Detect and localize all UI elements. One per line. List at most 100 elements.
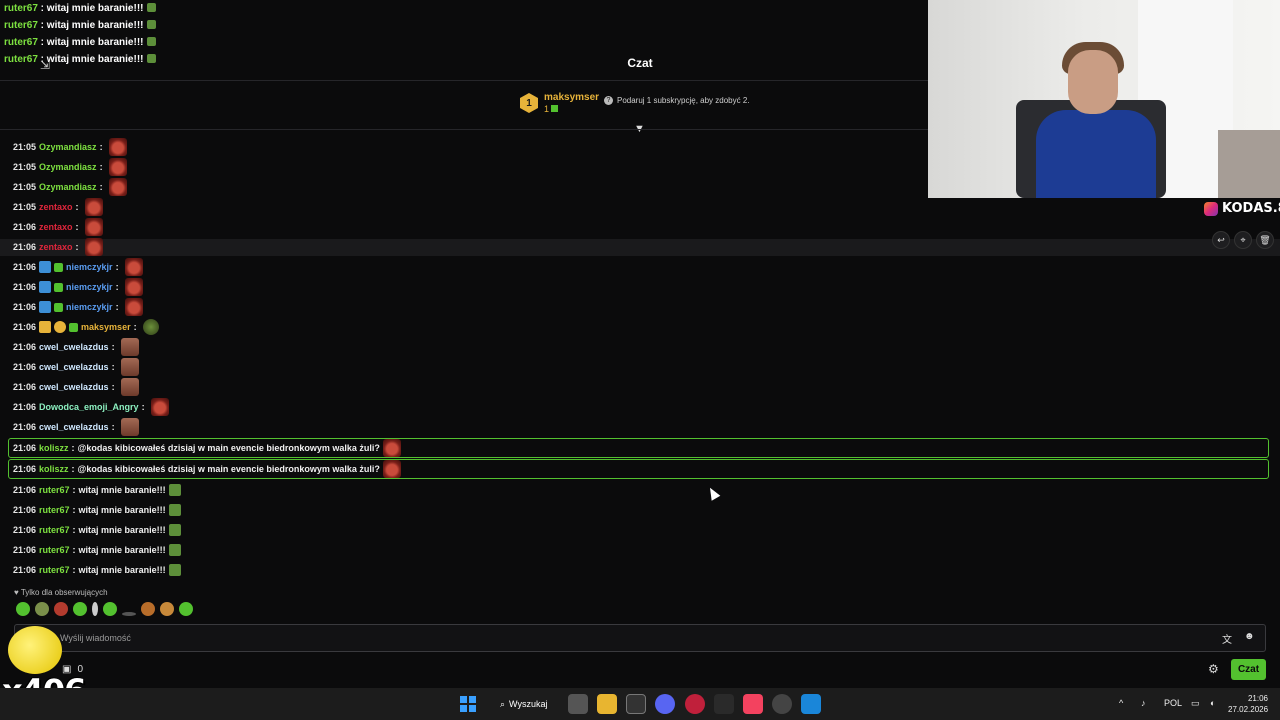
tray-chevron-icon[interactable]: ^: [1119, 698, 1123, 708]
discord-icon[interactable]: [655, 694, 675, 714]
message-username[interactable]: niemczykjr: [66, 262, 113, 272]
emote-button[interactable]: [141, 602, 155, 616]
message-username[interactable]: Dowodca_emoji_Angry: [39, 402, 139, 412]
emote-icon: [124, 258, 143, 276]
message-username[interactable]: koliszz: [39, 443, 69, 453]
message-time: 21:06: [13, 422, 37, 432]
chat-message[interactable]: 21:06 koliszz: @kodas kibicowałeś dzisiaj …: [13, 459, 401, 479]
waving-emoji-overlay: [8, 626, 62, 674]
reply-icon[interactable]: ↩: [1212, 231, 1230, 249]
chat-message[interactable]: 21:06 niemczykjr:: [13, 297, 143, 317]
message-username[interactable]: zentaxo: [39, 202, 73, 212]
message-input[interactable]: [14, 624, 1266, 652]
channel-points[interactable]: ▣ 0: [62, 664, 83, 675]
app-icon[interactable]: [714, 694, 734, 714]
chat-message[interactable]: 21:06 niemczykjr:: [13, 257, 143, 277]
chat-message[interactable]: 21:06 zentaxo:: [13, 237, 103, 257]
network-icon[interactable]: ▭: [1191, 698, 1200, 709]
volume-icon[interactable]: ◐: [1210, 698, 1215, 708]
obs-icon[interactable]: [772, 694, 792, 714]
message-username[interactable]: Ozymandiasz: [39, 162, 97, 172]
chat-message[interactable]: 21:06 ruter67: witaj mnie baranie!!!: [13, 480, 181, 500]
emote-button[interactable]: [35, 602, 49, 616]
chat-message[interactable]: 21:05 Ozymandiasz:: [13, 137, 127, 157]
chat-message[interactable]: 21:06 ruter67: witaj mnie baranie!!!: [13, 540, 181, 560]
chat-message[interactable]: 21:05 zentaxo:: [13, 197, 103, 217]
message-username[interactable]: Ozymandiasz: [39, 142, 97, 152]
file-explorer-icon[interactable]: [597, 694, 617, 714]
terminal-icon[interactable]: [626, 694, 646, 714]
chat-message[interactable]: 21:06 cwel_cwelazdus:: [13, 337, 139, 357]
overlay-line: ruter67 : witaj mnie baranie!!!: [4, 34, 157, 51]
message-username[interactable]: Ozymandiasz: [39, 182, 97, 192]
chat-message[interactable]: 21:06 ruter67: witaj mnie baranie!!!: [13, 500, 181, 520]
message-username[interactable]: cwel_cwelazdus: [39, 362, 109, 372]
overlay-line: ruter67 : witaj mnie baranie!!!: [4, 0, 157, 17]
emote-button[interactable]: [160, 602, 174, 616]
chat-message[interactable]: 21:06 ruter67: witaj mnie baranie!!!: [13, 560, 181, 580]
chat-message[interactable]: 21:06 cwel_cwelazdus:: [13, 417, 139, 437]
gift-prompt[interactable]: ? Podaruj 1 subskrypcję, aby zdobyć 2.: [604, 96, 750, 105]
chat-message[interactable]: 21:06 koliszz: @kodas kibicowałeś dzisiaj …: [13, 438, 401, 458]
music-icon[interactable]: [743, 694, 763, 714]
emote-button[interactable]: [92, 602, 98, 616]
message-username[interactable]: cwel_cwelazdus: [39, 342, 109, 352]
message-separator: :: [75, 222, 79, 232]
popout-icon[interactable]: ⇲: [40, 58, 60, 74]
clock[interactable]: 21:06 27.02.2026: [1228, 693, 1268, 715]
chat-message[interactable]: 21:06 ruter67: witaj mnie baranie!!!: [13, 520, 181, 540]
emote-icon: [108, 158, 127, 176]
emoji-picker-icon[interactable]: ☻: [1244, 631, 1255, 642]
emote-button[interactable]: [73, 602, 87, 616]
emote-button[interactable]: [179, 602, 193, 616]
message-username[interactable]: zentaxo: [39, 242, 73, 252]
emote-icon: [168, 484, 181, 496]
message-username[interactable]: ruter67: [39, 485, 70, 495]
send-chat-button[interactable]: Czat: [1231, 659, 1266, 680]
translate-icon[interactable]: 文: [1222, 631, 1232, 646]
message-separator: :: [71, 443, 75, 453]
emote-button[interactable]: [16, 602, 30, 616]
windows-start-icon[interactable]: [460, 696, 476, 712]
message-username[interactable]: niemczykjr: [66, 302, 113, 312]
message-username[interactable]: ruter67: [39, 525, 70, 535]
chat-message[interactable]: 21:06 Dowodca_emoji_Angry:: [13, 397, 169, 417]
app-icon[interactable]: [801, 694, 821, 714]
message-username[interactable]: zentaxo: [39, 222, 73, 232]
emote-button[interactable]: [122, 612, 136, 616]
emote-icon: [168, 504, 181, 516]
emote-icon: [168, 524, 181, 536]
message-username[interactable]: niemczykjr: [66, 282, 113, 292]
chat-message[interactable]: 21:06 maksymser:: [13, 317, 159, 337]
message-time: 21:06: [13, 382, 37, 392]
user-badge-icon: [54, 321, 67, 333]
task-view-icon[interactable]: [568, 694, 588, 714]
message-username[interactable]: cwel_cwelazdus: [39, 382, 109, 392]
delete-icon[interactable]: 🗑: [1256, 231, 1274, 249]
chat-message[interactable]: 21:05 Ozymandiasz:: [13, 157, 127, 177]
message-separator: :: [72, 565, 76, 575]
message-username[interactable]: maksymser: [81, 322, 131, 332]
language-indicator[interactable]: POL: [1164, 698, 1182, 708]
chat-message[interactable]: 21:06 zentaxo:: [13, 217, 103, 237]
message-username[interactable]: koliszz: [39, 464, 69, 474]
top-gifter[interactable]: 1 maksymser 1: [520, 90, 599, 116]
emote-button[interactable]: [54, 602, 68, 616]
settings-gear-icon[interactable]: ⚙: [1208, 662, 1219, 676]
chat-message[interactable]: 21:06 cwel_cwelazdus:: [13, 377, 139, 397]
message-time: 21:06: [13, 322, 37, 332]
pin-icon[interactable]: ⌖: [1234, 231, 1252, 249]
emote-icon: [108, 178, 127, 196]
message-username[interactable]: ruter67: [39, 545, 70, 555]
opera-icon[interactable]: [685, 694, 705, 714]
message-username[interactable]: ruter67: [39, 565, 70, 575]
message-username[interactable]: cwel_cwelazdus: [39, 422, 109, 432]
microphone-icon[interactable]: ♪: [1141, 698, 1146, 708]
emote-button[interactable]: [103, 602, 117, 616]
emote-icon: [108, 138, 127, 156]
chat-message[interactable]: 21:05 Ozymandiasz:: [13, 177, 127, 197]
message-username[interactable]: ruter67: [39, 505, 70, 515]
taskbar-search[interactable]: ⌕ Wyszukaj: [492, 693, 554, 715]
chat-message[interactable]: 21:06 cwel_cwelazdus:: [13, 357, 139, 377]
chat-message[interactable]: 21:06 niemczykjr:: [13, 277, 143, 297]
